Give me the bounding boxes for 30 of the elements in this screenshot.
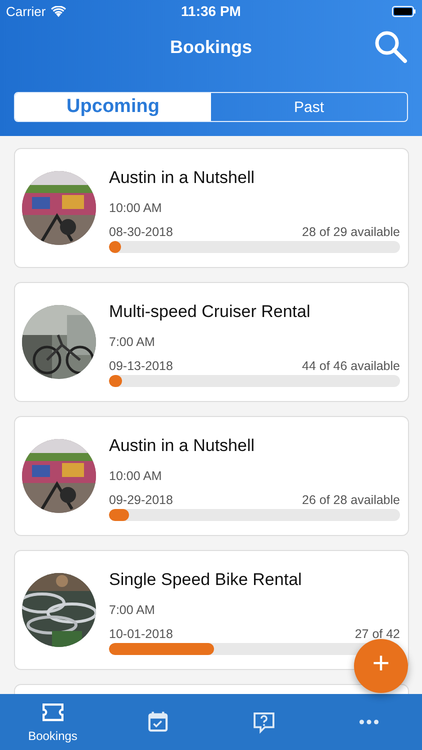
- booking-title: Single Speed Bike Rental: [109, 570, 303, 590]
- booking-time: 7:00 AM: [109, 334, 156, 348]
- availability-label: 26 of 28 available: [302, 492, 400, 506]
- booking-card[interactable]: Multi-speed Cruiser Rental 7:00 AM 09-13-2018 44 of 46 available: [14, 282, 409, 402]
- carrier-label: Carrier: [6, 4, 46, 18]
- booking-card[interactable]: Austin in a Nutshell 10:00 AM 08-30-2018 28 of 29 available: [14, 148, 409, 268]
- booking-card[interactable]: Austin in a Nutshell 10:00 AM 09-29-2018 26 of 28 available: [14, 416, 409, 536]
- availability-label: 44 of 46 available: [302, 358, 400, 372]
- battery-icon: [392, 6, 416, 16]
- booking-title: Multi-speed Cruiser Rental: [109, 302, 312, 322]
- booking-date: 10-01-2018: [109, 626, 173, 640]
- search-icon[interactable]: [374, 30, 408, 64]
- booking-title: Austin in a Nutshell: [109, 436, 256, 456]
- booking-date: 09-13-2018: [109, 358, 173, 372]
- more-icon: [359, 719, 380, 725]
- booking-title: Austin in a Nutshell: [109, 168, 256, 188]
- booking-date: 09-29-2018: [109, 492, 173, 506]
- screen-title: Bookings: [170, 36, 252, 58]
- availability-label: 27 of 42: [354, 626, 400, 640]
- wifi-icon: [50, 6, 66, 16]
- booking-date: 08-30-2018: [109, 224, 173, 238]
- segment-tab[interactable]: Upcoming: [15, 93, 211, 121]
- help-icon: [252, 710, 276, 734]
- booking-time: 10:00 AM: [109, 200, 163, 214]
- booking-time: 10:00 AM: [109, 468, 163, 482]
- segment-tab[interactable]: Past: [211, 93, 407, 121]
- status-time: 11:36 PM: [181, 3, 241, 19]
- calendar-icon: [146, 710, 170, 734]
- availability-label: 28 of 29 available: [302, 224, 400, 238]
- booking-time: 7:00 AM: [109, 602, 156, 616]
